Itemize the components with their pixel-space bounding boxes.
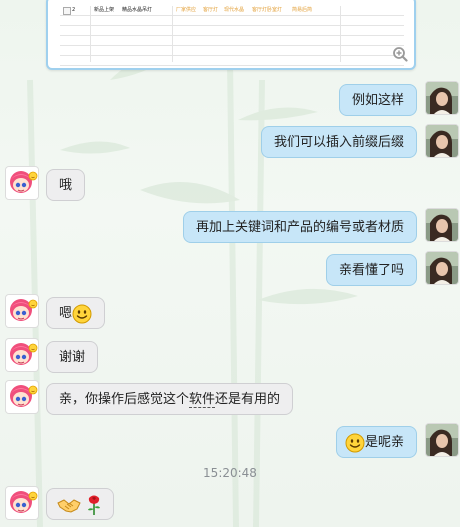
zoom-in-icon[interactable]	[392, 46, 408, 62]
message-text: 亲，你操作后感觉这个	[59, 392, 190, 407]
message-text: 亲看懂了吗	[338, 263, 404, 278]
table-cell: 客厅灯卧室灯	[252, 7, 283, 13]
smile-emoji-icon	[72, 304, 92, 324]
my-avatar[interactable]	[426, 424, 458, 456]
my-message-bubble[interactable]: 再加上关键词和产品的编号或者材质	[182, 211, 417, 243]
my-avatar[interactable]	[426, 125, 458, 157]
my-avatar[interactable]	[426, 82, 458, 114]
table-row	[60, 36, 404, 46]
message-text: 嗯	[59, 306, 73, 321]
table-row	[60, 56, 404, 66]
message-text: 哦	[59, 178, 73, 193]
table-cell: 厂家供应	[176, 7, 197, 13]
message-text: 再加上关键词和产品的编号或者材质	[195, 220, 404, 235]
my-message-bubble[interactable]: 亲看懂了吗	[325, 254, 417, 286]
shared-screenshot-card[interactable]: 2 新品上架 精品水晶吊灯 厂家供应 客厅灯 现代水晶 客厅灯卧室灯 简易后简	[46, 0, 416, 70]
message-text: 是呢亲	[364, 435, 404, 450]
table-row: 2 新品上架 精品水晶吊灯 厂家供应 客厅灯 现代水晶 客厅灯卧室灯 简易后简	[60, 6, 404, 16]
my-message-bubble[interactable]: 是呢亲	[335, 426, 417, 458]
contact-avatar[interactable]	[6, 381, 38, 413]
software-link[interactable]: 软件	[189, 392, 216, 408]
message-text: 我们可以插入前缀后缀	[273, 135, 404, 150]
table-row	[60, 46, 404, 56]
table-divider	[340, 6, 341, 62]
message-text: 还是有用的	[215, 392, 281, 407]
my-message-bubble[interactable]: 例如这样	[338, 84, 417, 116]
contact-message-bubble[interactable]: 嗯	[46, 297, 106, 329]
contact-avatar[interactable]	[6, 167, 38, 199]
my-message-bubble[interactable]: 我们可以插入前缀后缀	[260, 126, 417, 158]
contact-message-bubble[interactable]: 谢谢	[46, 341, 99, 373]
screenshot-table: 2 新品上架 精品水晶吊灯 厂家供应 客厅灯 现代水晶 客厅灯卧室灯 简易后简	[60, 6, 404, 66]
handshake-emoji-icon	[57, 498, 81, 513]
contact-avatar[interactable]	[6, 295, 38, 327]
message-text: 例如这样	[351, 93, 404, 108]
my-avatar[interactable]	[426, 209, 458, 241]
message-text: 谢谢	[59, 350, 86, 365]
contact-avatar[interactable]	[6, 339, 38, 371]
smile-emoji-icon	[345, 433, 365, 453]
table-cell: 客厅灯	[203, 7, 219, 13]
contact-avatar[interactable]	[6, 487, 38, 519]
table-divider	[90, 6, 91, 62]
table-row	[60, 26, 404, 36]
my-avatar[interactable]	[426, 252, 458, 284]
table-cell: 简易后简	[292, 7, 313, 13]
table-cell: 精品水晶吊灯	[122, 7, 153, 13]
checkbox-icon	[63, 7, 71, 15]
table-cell: 2	[72, 7, 76, 13]
table-cell: 现代水晶	[224, 7, 245, 13]
contact-message-bubble[interactable]: 亲，你操作后感觉这个软件还是有用的	[46, 383, 294, 415]
rose-emoji-icon	[88, 495, 101, 515]
contact-message-bubble[interactable]: 哦	[46, 169, 86, 201]
table-row	[60, 16, 404, 26]
table-divider	[172, 6, 173, 62]
message-timestamp: 15:20:48	[203, 466, 257, 480]
table-cell: 新品上架	[94, 7, 115, 13]
contact-message-bubble[interactable]	[46, 488, 115, 520]
